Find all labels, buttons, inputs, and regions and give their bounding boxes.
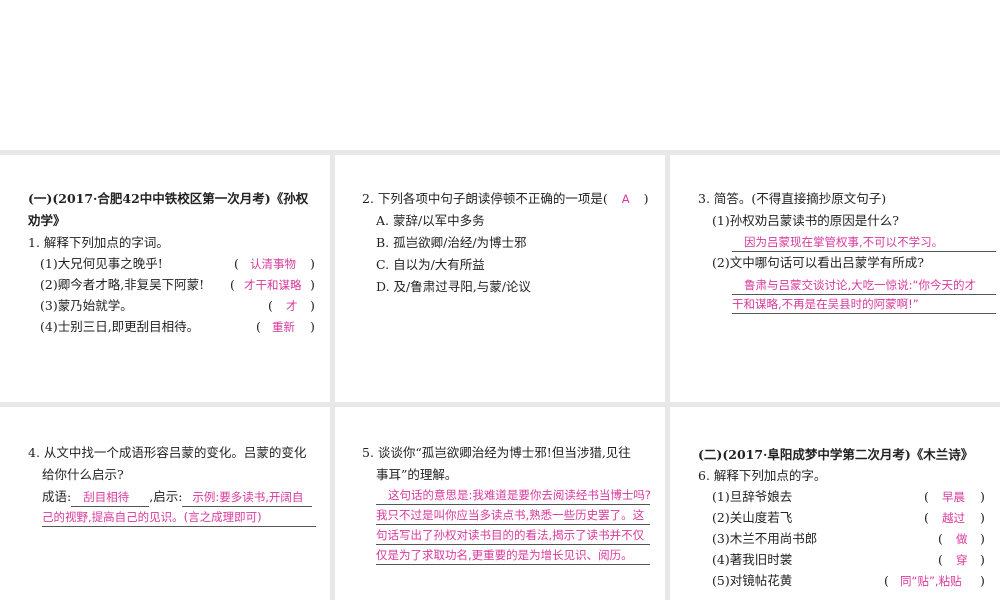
label: ,启示: bbox=[149, 489, 183, 504]
divider bbox=[330, 150, 335, 600]
item: (3)木兰不用尚书郎 bbox=[712, 531, 818, 546]
question-3: 3. 简答。(不得直接摘抄原文句子) bbox=[698, 191, 887, 206]
item: (4)士别三日,即更刮目相待。 bbox=[40, 319, 200, 334]
label: 成语: bbox=[42, 489, 72, 504]
item: (1)旦辞爷娘去 bbox=[712, 489, 793, 504]
question-5-cont: 事耳”的理解。 bbox=[376, 467, 458, 482]
section-heading: (一)(2017·合肥42中中铁校区第一次月考)《孙权 bbox=[28, 191, 309, 206]
item: (2)卿今者才略,非复吴下阿蒙! bbox=[40, 277, 205, 292]
divider bbox=[665, 150, 670, 600]
answer: 重新 bbox=[272, 320, 295, 334]
section-heading-cont: 劝学》 bbox=[28, 213, 66, 228]
section-heading: (二)(2017·阜阳成梦中学第二次月考)《木兰诗》 bbox=[698, 447, 974, 462]
answer: 才干和谋略 bbox=[244, 278, 302, 292]
sub-question: (1)孙权劝吕蒙读书的原因是什么? bbox=[712, 213, 899, 228]
item: (2)关山度若飞 bbox=[712, 510, 793, 525]
answer: 早晨 bbox=[942, 490, 965, 504]
answer-cont: 己的视野,提高自己的见识。(言之成理即可) bbox=[42, 508, 316, 527]
answer: 穿 bbox=[956, 553, 968, 567]
item: (5)对镜帖花黄 bbox=[712, 573, 793, 588]
question-5: 5. 谈谈你“孤岂欲卿治经为博士邪!但当涉猎,见往 bbox=[362, 445, 631, 460]
divider bbox=[0, 150, 1000, 155]
answer: 同“贴”,粘贴 bbox=[900, 574, 962, 588]
question-2: 2. 下列各项中句子朗读停顿不正确的一项是( bbox=[362, 191, 608, 206]
paren: ) bbox=[643, 191, 649, 206]
answer: 刮目相待 bbox=[71, 488, 150, 507]
answer: 我只不过是叫你应当多读点书,熟悉一些历史罢了。这 bbox=[376, 506, 650, 525]
option-c: C. 自以为/大有所益 bbox=[376, 257, 485, 272]
answer: 做 bbox=[956, 532, 968, 546]
question-1: 1. 解释下列加点的字词。 bbox=[28, 235, 169, 250]
question-4: 4. 从文中找一个成语形容吕蒙的变化。吕蒙的变化 bbox=[28, 445, 307, 460]
question-4-cont: 给你什么启示? bbox=[42, 467, 124, 482]
option-a: A. 蒙辞/以军中多务 bbox=[376, 213, 485, 228]
answer: 句话写出了孙权对读书目的的看法,揭示了读书并不仅 bbox=[376, 526, 650, 545]
item: (3)蒙乃始就学。 bbox=[40, 298, 133, 313]
answer: 越过 bbox=[942, 511, 965, 525]
answer: A bbox=[621, 192, 630, 206]
answer: 因为吕蒙现在掌管权事,不可以不学习。 bbox=[732, 233, 996, 252]
answer-cont: 干和谋略,不再是在吴县时的阿蒙啊!” bbox=[732, 295, 996, 314]
answer: 认清事物 bbox=[250, 257, 296, 271]
question-6: 6. 解释下列加点的字。 bbox=[698, 468, 827, 483]
divider bbox=[0, 402, 1000, 407]
answer: 仅是为了求取功名,更重要的是为增长见识、阅历。 bbox=[376, 546, 650, 565]
sub-question: (2)文中哪句话可以看出吕蒙学有所成? bbox=[712, 255, 924, 270]
item: (1)大兄何见事之晚乎! bbox=[40, 256, 163, 271]
answer: 才 bbox=[286, 299, 298, 313]
answer: 鲁肃与吕蒙交谈讨论,大吃一惊说:“你今天的才 bbox=[732, 276, 996, 295]
option-d: D. 及/鲁肃过寻阳,与蒙/论议 bbox=[376, 279, 531, 294]
answer: 示例:要多读书,开阔自 bbox=[182, 488, 313, 507]
answer: 这句话的意思是:我难道是要你去阅读经书当博士吗? bbox=[376, 486, 651, 505]
option-b: B. 孤岂欲卿/治经/为博士邪 bbox=[376, 235, 527, 250]
item: (4)著我旧时裳 bbox=[712, 552, 793, 567]
